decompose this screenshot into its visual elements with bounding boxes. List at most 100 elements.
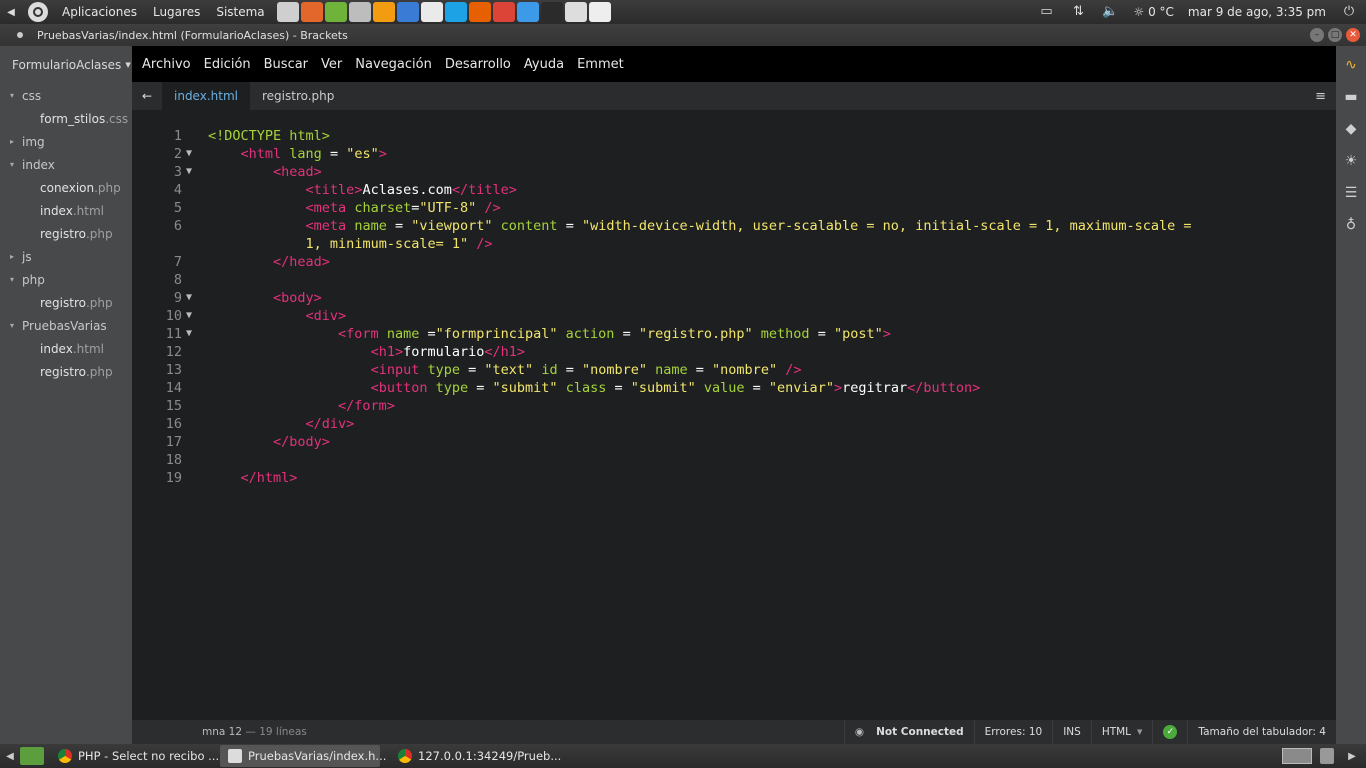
code-line[interactable]: 16 </div> xyxy=(132,415,1336,433)
menu-edicion[interactable]: Edición xyxy=(204,57,261,72)
taskbar-left-arrow-icon[interactable]: ◀ xyxy=(0,751,20,762)
code-line[interactable]: 15 </form> xyxy=(132,397,1336,415)
code-line[interactable]: 6 <meta name = "viewport" content = "wid… xyxy=(132,217,1336,235)
code-line[interactable]: 12 <h1>formulario</h1> xyxy=(132,343,1336,361)
vlc-icon[interactable] xyxy=(372,2,395,22)
project-dropdown[interactable]: FormularioAclases ▼ xyxy=(0,46,132,84)
fold-triangle-icon[interactable]: ▼ xyxy=(186,325,198,343)
menu-ayuda[interactable]: Ayuda xyxy=(524,57,574,72)
chrome-icon[interactable] xyxy=(492,2,515,22)
code-line[interactable]: 7 </head> xyxy=(132,253,1336,271)
screenshot-icon[interactable] xyxy=(396,2,419,22)
code-line[interactable]: 10 ▼ <div> xyxy=(132,307,1336,325)
tree-folder-js[interactable]: ▸ js xyxy=(0,245,132,268)
skype-icon[interactable] xyxy=(444,2,467,22)
menu-sistema[interactable]: Sistema xyxy=(208,5,272,19)
text-editor-icon[interactable] xyxy=(588,2,611,22)
tree-folder-img[interactable]: ▸ img xyxy=(0,130,132,153)
menu-buscar[interactable]: Buscar xyxy=(264,57,318,72)
network-icon[interactable]: ⇅ xyxy=(1070,5,1088,19)
git-icon[interactable]: ◆ xyxy=(1342,120,1360,138)
idea-icon[interactable]: ♁ xyxy=(1342,216,1360,234)
taskbar-right-arrow-icon[interactable]: ▶ xyxy=(1342,751,1362,762)
menu-aplicaciones[interactable]: Aplicaciones xyxy=(54,5,145,19)
code-line[interactable]: 1 <!DOCTYPE html> xyxy=(132,127,1336,145)
code-line[interactable]: 14 <button type = "submit" class = "subm… xyxy=(132,379,1336,397)
menu-lugares[interactable]: Lugares xyxy=(145,5,208,19)
tree-file[interactable]: registro .php xyxy=(0,291,132,314)
tree-folder-php[interactable]: ▾ php xyxy=(0,268,132,291)
tree-file[interactable]: index .html xyxy=(0,337,132,360)
volume-icon[interactable]: 🔈 xyxy=(1102,5,1120,19)
tree-file[interactable]: form_stilos .css xyxy=(0,107,132,130)
menu-navegacion[interactable]: Navegación xyxy=(355,57,442,72)
code-line[interactable]: 11 ▼ <form name ="formprincipal" action =… xyxy=(132,325,1336,343)
minimize-button[interactable]: – xyxy=(1310,28,1324,42)
workspace-switcher[interactable] xyxy=(1282,748,1312,764)
extension-manager-icon[interactable]: ▬ xyxy=(1342,88,1360,106)
insert-mode[interactable]: INS xyxy=(1052,720,1091,744)
show-desktop-icon[interactable] xyxy=(20,747,44,765)
code-line[interactable]: 9 ▼ <body> xyxy=(132,289,1336,307)
code-line[interactable]: 19 </html> xyxy=(132,469,1336,487)
code-line[interactable]: 1, minimum-scale= 1" /> xyxy=(132,235,1336,253)
window-menu-dot-icon[interactable] xyxy=(17,32,23,38)
maximize-button[interactable]: □ xyxy=(1328,28,1342,42)
code-line[interactable]: 3 ▼ <head> xyxy=(132,163,1336,181)
code-line[interactable]: 17 </body> xyxy=(132,433,1336,451)
code-line[interactable]: 8 xyxy=(132,271,1336,289)
code-line[interactable]: 4 <title>Aclases.com</title> xyxy=(132,181,1336,199)
dropbox-icon[interactable] xyxy=(516,2,539,22)
fold-triangle-icon[interactable]: ▼ xyxy=(186,163,198,181)
terminal-icon[interactable] xyxy=(540,2,563,22)
tree-folder-css[interactable]: ▾ css xyxy=(0,84,132,107)
weather-indicator[interactable]: ☼ 0 °C xyxy=(1134,5,1174,19)
code-line[interactable]: 5 <meta charset="UTF-8" /> xyxy=(132,199,1336,217)
menu-ver[interactable]: Ver xyxy=(321,57,352,72)
live-preview-icon[interactable]: ∿ xyxy=(1342,56,1360,74)
software-center-icon[interactable] xyxy=(300,2,323,22)
hamburger-menu-icon[interactable]: ≡ xyxy=(1315,89,1326,104)
clock[interactable]: mar 9 de ago, 3:35 pm xyxy=(1188,5,1326,19)
code-line[interactable]: 18 xyxy=(132,451,1336,469)
taskbar-item[interactable]: PruebasVarias/index.h... xyxy=(220,745,386,767)
fold-triangle-icon[interactable]: ▼ xyxy=(186,307,198,325)
document-icon[interactable] xyxy=(420,2,443,22)
database-icon[interactable]: ☰ xyxy=(1342,184,1360,202)
taskbar-item[interactable]: PHP - Select no recibo ... xyxy=(50,745,219,767)
cursor-position[interactable]: mna 12 — 19 líneas xyxy=(132,726,307,738)
tree-file[interactable]: index .html xyxy=(0,199,132,222)
fold-triangle-icon[interactable]: ▼ xyxy=(186,289,198,307)
tree-file[interactable]: registro .php xyxy=(0,360,132,383)
menu-archivo[interactable]: Archivo xyxy=(142,57,201,72)
printer-icon[interactable] xyxy=(276,2,299,22)
tab-index-html[interactable]: index.html xyxy=(162,82,250,110)
scanner-icon[interactable] xyxy=(564,2,587,22)
taskbar-item[interactable]: 127.0.0.1:34249/Prueb... xyxy=(390,745,561,767)
update-manager-icon[interactable] xyxy=(324,2,347,22)
live-preview-status[interactable]: ◉ Not Connected xyxy=(843,720,974,744)
tab-size[interactable]: Tamaño del tabulador: 4 xyxy=(1187,720,1336,744)
errors-count[interactable]: Errores: 10 xyxy=(973,720,1053,744)
linter-status[interactable]: ✓ xyxy=(1152,720,1187,744)
menu-emmet[interactable]: Emmet xyxy=(577,57,634,72)
tab-registro-php[interactable]: registro.php xyxy=(250,82,346,110)
code-line[interactable]: 2 ▼ <html lang = "es"> xyxy=(132,145,1336,163)
tree-folder-index[interactable]: ▾ index xyxy=(0,153,132,176)
panel-left-arrow-icon[interactable]: ◀ xyxy=(0,0,22,24)
trash-icon[interactable] xyxy=(1320,748,1334,764)
language-selector[interactable]: HTML ▼ xyxy=(1090,720,1153,744)
power-icon[interactable]: ⏻ xyxy=(1340,5,1358,19)
tree-file[interactable]: conexion .php xyxy=(0,176,132,199)
code-editor[interactable]: 1 <!DOCTYPE html> 2 ▼ <html lang = "es"> 3 ▼ … xyxy=(132,110,1336,720)
close-button[interactable]: ✕ xyxy=(1346,28,1360,42)
lightbulb-icon[interactable]: ☀ xyxy=(1342,152,1360,170)
ubuntu-logo-icon[interactable] xyxy=(28,2,48,22)
firefox-icon[interactable] xyxy=(468,2,491,22)
tree-folder-pruebasvarias[interactable]: ▾ PruebasVarias xyxy=(0,314,132,337)
back-arrow-icon[interactable]: ← xyxy=(132,89,162,103)
code-line[interactable]: 13 <input type = "text" id = "nombre" na… xyxy=(132,361,1336,379)
system-icon[interactable] xyxy=(348,2,371,22)
fold-triangle-icon[interactable]: ▼ xyxy=(186,145,198,163)
menu-desarrollo[interactable]: Desarrollo xyxy=(445,57,521,72)
